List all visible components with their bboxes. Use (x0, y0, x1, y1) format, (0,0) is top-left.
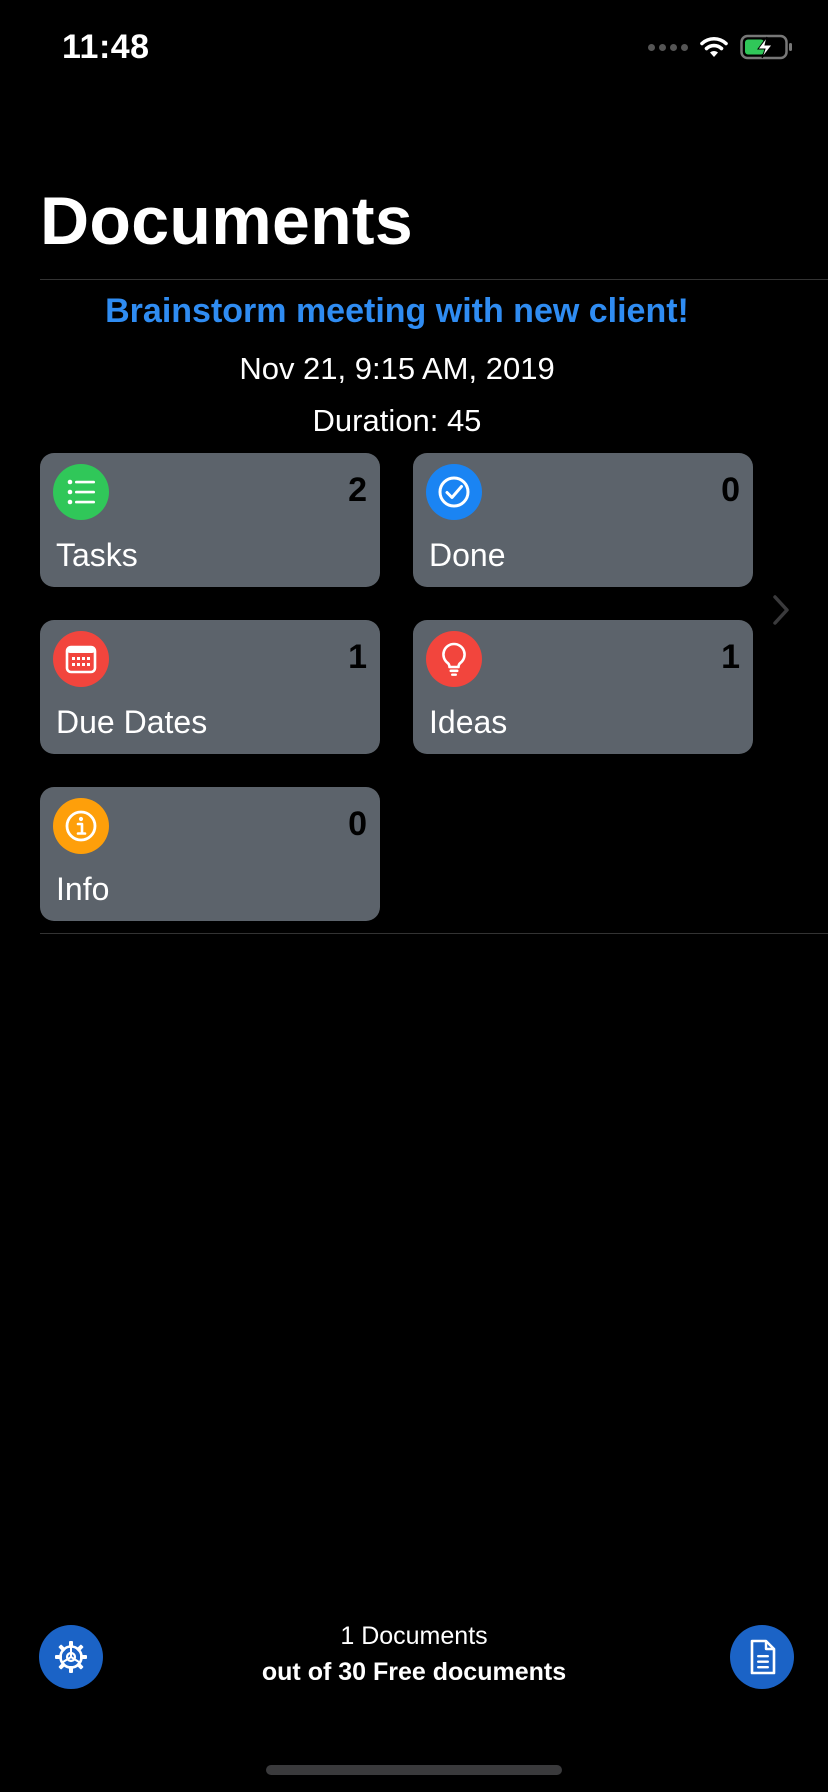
category-count: 1 (721, 638, 740, 676)
header-divider (40, 279, 828, 280)
category-card-tasks[interactable]: 2 Tasks (40, 453, 380, 587)
page-title: Documents (40, 183, 413, 259)
category-count: 2 (348, 471, 367, 509)
category-card-due-dates[interactable]: 1 Due Dates (40, 620, 380, 754)
category-count: 0 (721, 471, 740, 509)
calendar-icon (53, 631, 109, 687)
lightbulb-icon (426, 631, 482, 687)
status-time: 11:48 (62, 28, 150, 66)
category-label: Done (429, 537, 506, 573)
category-card-info[interactable]: 0 Info (40, 787, 380, 921)
document-duration: Duration: 45 (312, 403, 482, 438)
category-count: 0 (348, 805, 367, 843)
wifi-icon (700, 36, 728, 57)
cellular-signal-icon (648, 43, 688, 51)
category-card-ideas[interactable]: 1 Ideas (413, 620, 753, 754)
category-label: Due Dates (56, 704, 208, 740)
status-bar: 11:48 (0, 0, 828, 100)
battery-charging-icon (740, 34, 792, 60)
list-icon (53, 464, 109, 520)
document-limit-text: out of 30 Free documents (261, 1658, 567, 1686)
chevron-right-icon (773, 595, 789, 625)
category-label: Info (56, 871, 110, 907)
document-row[interactable]: Brainstorm meeting with new client! Nov … (40, 282, 828, 932)
document-title[interactable]: Brainstorm meeting with new client! (40, 292, 754, 331)
category-card-done[interactable]: 0 Done (413, 453, 753, 587)
info-icon (53, 798, 109, 854)
new-document-button[interactable] (730, 1625, 794, 1689)
category-label: Ideas (429, 704, 508, 740)
category-count: 1 (348, 638, 367, 676)
status-indicators (648, 34, 794, 60)
row-divider (40, 933, 828, 934)
home-indicator[interactable] (266, 1765, 562, 1775)
document-date: Nov 21, 9:15 AM, 2019 (239, 351, 555, 386)
document-count-text: 1 Documents (340, 1622, 488, 1650)
document-icon (750, 1639, 776, 1675)
checkmark-circle-icon (426, 464, 482, 520)
category-label: Tasks (56, 537, 138, 573)
